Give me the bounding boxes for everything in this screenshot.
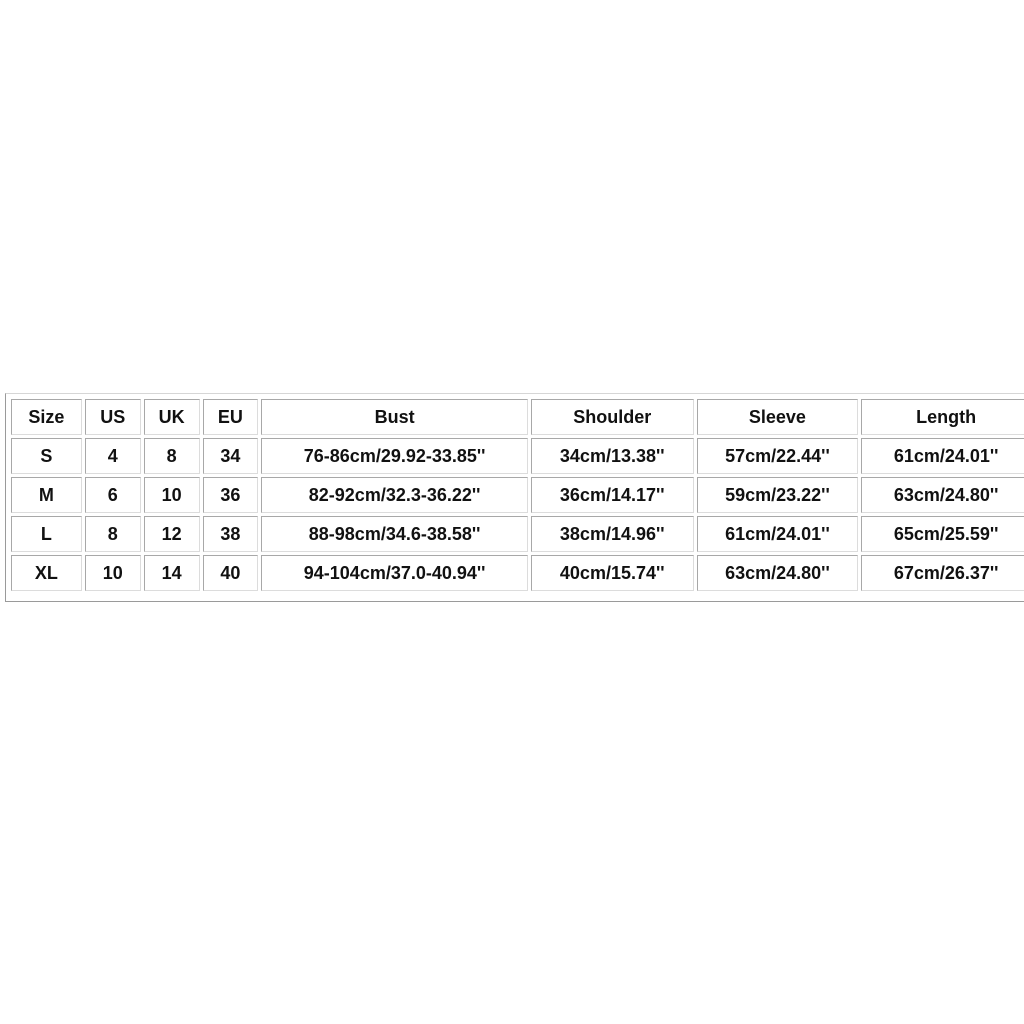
cell-sleeve: 59cm/23.22'' [696, 477, 859, 513]
table-row: S 4 8 34 76-86cm/29.92-33.85'' 34cm/13.3… [11, 438, 1024, 474]
cell-size: L [11, 516, 82, 552]
cell-uk: 8 [143, 438, 200, 474]
cell-eu: 34 [202, 438, 259, 474]
cell-uk: 10 [143, 477, 200, 513]
table-row: XL 10 14 40 94-104cm/37.0-40.94'' 40cm/1… [11, 555, 1024, 591]
header-sleeve: Sleeve [696, 399, 859, 435]
cell-size: S [11, 438, 82, 474]
header-shoulder: Shoulder [530, 399, 694, 435]
cell-size: XL [11, 555, 82, 591]
cell-sleeve: 61cm/24.01'' [696, 516, 859, 552]
header-eu: EU [202, 399, 259, 435]
cell-shoulder: 34cm/13.38'' [530, 438, 694, 474]
cell-shoulder: 38cm/14.96'' [530, 516, 694, 552]
cell-us: 8 [84, 516, 141, 552]
cell-bust: 94-104cm/37.0-40.94'' [261, 555, 528, 591]
cell-shoulder: 36cm/14.17'' [530, 477, 694, 513]
size-chart-frame: Size US UK EU Bust Shoulder Sleeve Lengt… [5, 393, 1024, 602]
cell-bust: 76-86cm/29.92-33.85'' [261, 438, 528, 474]
size-chart-table: Size US UK EU Bust Shoulder Sleeve Lengt… [8, 396, 1024, 594]
cell-us: 4 [84, 438, 141, 474]
cell-eu: 40 [202, 555, 259, 591]
header-length: Length [861, 399, 1024, 435]
header-us: US [84, 399, 141, 435]
cell-sleeve: 63cm/24.80'' [696, 555, 859, 591]
header-bust: Bust [261, 399, 528, 435]
cell-uk: 14 [143, 555, 200, 591]
cell-length: 67cm/26.37'' [861, 555, 1024, 591]
cell-us: 10 [84, 555, 141, 591]
header-row: Size US UK EU Bust Shoulder Sleeve Lengt… [11, 399, 1024, 435]
cell-length: 61cm/24.01'' [861, 438, 1024, 474]
cell-uk: 12 [143, 516, 200, 552]
cell-us: 6 [84, 477, 141, 513]
cell-length: 65cm/25.59'' [861, 516, 1024, 552]
cell-sleeve: 57cm/22.44'' [696, 438, 859, 474]
table-row: M 6 10 36 82-92cm/32.3-36.22'' 36cm/14.1… [11, 477, 1024, 513]
cell-bust: 88-98cm/34.6-38.58'' [261, 516, 528, 552]
cell-eu: 38 [202, 516, 259, 552]
header-size: Size [11, 399, 82, 435]
table-row: L 8 12 38 88-98cm/34.6-38.58'' 38cm/14.9… [11, 516, 1024, 552]
cell-shoulder: 40cm/15.74'' [530, 555, 694, 591]
cell-size: M [11, 477, 82, 513]
cell-bust: 82-92cm/32.3-36.22'' [261, 477, 528, 513]
cell-eu: 36 [202, 477, 259, 513]
header-uk: UK [143, 399, 200, 435]
cell-length: 63cm/24.80'' [861, 477, 1024, 513]
